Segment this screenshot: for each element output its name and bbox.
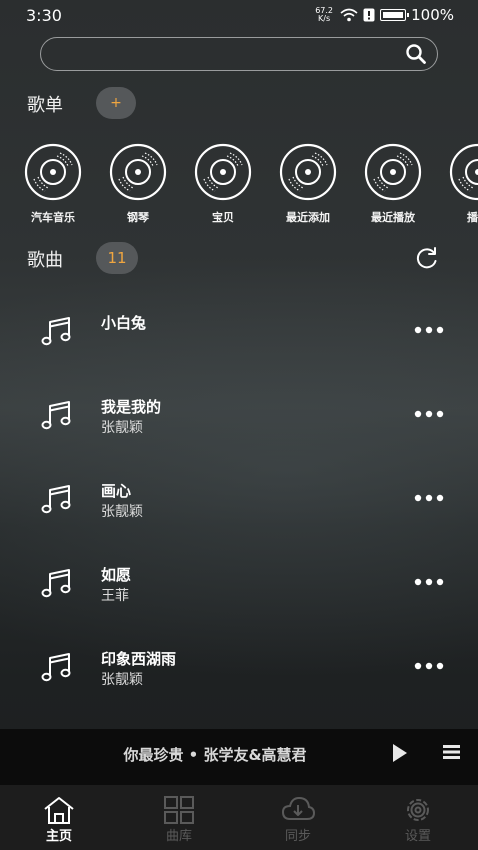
wifi-icon: [340, 8, 358, 22]
music-note-icon: [41, 317, 71, 346]
tab-home[interactable]: 主页: [24, 785, 94, 850]
song-artist: 王菲: [101, 588, 129, 604]
song-row[interactable]: 印象西湖雨 张靓颖: [0, 624, 478, 708]
tab-library[interactable]: 曲库: [144, 785, 214, 850]
playlist-item[interactable]: 播放: [438, 143, 478, 225]
playlist-label: 汽车音乐: [31, 211, 75, 224]
songs-title: 歌曲: [27, 250, 63, 271]
more-options-icon[interactable]: [414, 326, 444, 334]
gear-icon: [407, 799, 429, 821]
playlist-item[interactable]: 最近添加: [268, 143, 348, 225]
disc-icon: [364, 143, 422, 201]
now-playing-text[interactable]: 你最珍贵 • 张学友&高慧君: [0, 744, 430, 765]
music-note-icon: [41, 569, 71, 598]
play-icon[interactable]: [391, 743, 409, 763]
bottom-tab-bar: 主页 曲库 同步 设置: [0, 785, 478, 850]
music-note-icon: [41, 653, 71, 682]
disc-icon: [24, 143, 82, 201]
alert-icon: [363, 8, 375, 22]
song-count-badge: 11: [96, 242, 138, 274]
tab-label: 设置: [404, 829, 431, 844]
playlist-label: 播放: [467, 211, 478, 224]
status-indicators: 67.2 K/s 100%: [313, 6, 454, 24]
song-title: 印象西湖雨: [101, 650, 177, 668]
song-row[interactable]: 如愿 王菲: [0, 540, 478, 624]
disc-icon: [194, 143, 252, 201]
song-artist: 张靓颖: [101, 504, 143, 520]
battery-level: 100%: [411, 6, 454, 24]
net-speed-unit: K/s: [318, 14, 331, 23]
playlist-label: 最近播放: [371, 211, 415, 224]
more-options-icon[interactable]: [414, 662, 444, 670]
more-options-icon[interactable]: [414, 410, 444, 418]
playlist-item[interactable]: 钢琴: [98, 143, 178, 225]
home-icon: [44, 797, 74, 824]
song-artist: 张靓颖: [101, 420, 143, 436]
search-icon[interactable]: [405, 43, 427, 65]
disc-icon: [279, 143, 337, 201]
playlist-item[interactable]: 最近播放: [353, 143, 433, 225]
more-options-icon[interactable]: [414, 494, 444, 502]
playlist-label: 钢琴: [127, 211, 149, 224]
net-speed: 67.2 K/s: [313, 7, 335, 23]
now-playing-bar[interactable]: 你最珍贵 • 张学友&高慧君: [0, 729, 478, 785]
disc-icon: [109, 143, 167, 201]
status-time: 3:30: [26, 6, 62, 25]
playlist-item[interactable]: 宝贝: [183, 143, 263, 225]
disc-icon: [449, 143, 478, 201]
song-title: 如愿: [101, 566, 132, 584]
playlist-queue-icon[interactable]: [443, 744, 460, 760]
tab-label: 同步: [284, 829, 311, 844]
playlist-label: 最近添加: [286, 211, 330, 224]
cloud-download-icon: [281, 796, 315, 820]
song-row[interactable]: 画心 张靓颖: [0, 456, 478, 540]
song-title: 小白兔: [101, 314, 147, 332]
music-note-icon: [41, 485, 71, 514]
song-artist: 张靓颖: [101, 672, 143, 688]
song-title: 我是我的: [101, 398, 162, 416]
playlist-carousel[interactable]: 汽车音乐 钢琴 宝贝 最近添加 最近播放 播: [0, 143, 478, 233]
tab-label: 主页: [45, 829, 72, 844]
refresh-icon[interactable]: [414, 245, 440, 271]
playlist-item[interactable]: 汽车音乐: [13, 143, 93, 225]
search-input[interactable]: [40, 37, 438, 71]
battery-icon: [380, 9, 410, 21]
tab-settings[interactable]: 设置: [383, 785, 453, 850]
playlist-label: 宝贝: [212, 211, 234, 224]
song-row[interactable]: 我是我的 张靓颖: [0, 372, 478, 456]
status-bar: 3:30 67.2 K/s 100%: [0, 0, 478, 32]
more-options-icon[interactable]: [414, 578, 444, 586]
song-row[interactable]: 小白兔: [0, 288, 478, 372]
add-playlist-button[interactable]: +: [96, 87, 136, 119]
playlists-title: 歌单: [27, 95, 63, 116]
music-note-icon: [41, 401, 71, 430]
song-title: 画心: [101, 482, 132, 500]
tab-sync[interactable]: 同步: [263, 785, 333, 850]
tab-label: 曲库: [165, 829, 192, 844]
grid-icon: [164, 796, 194, 824]
